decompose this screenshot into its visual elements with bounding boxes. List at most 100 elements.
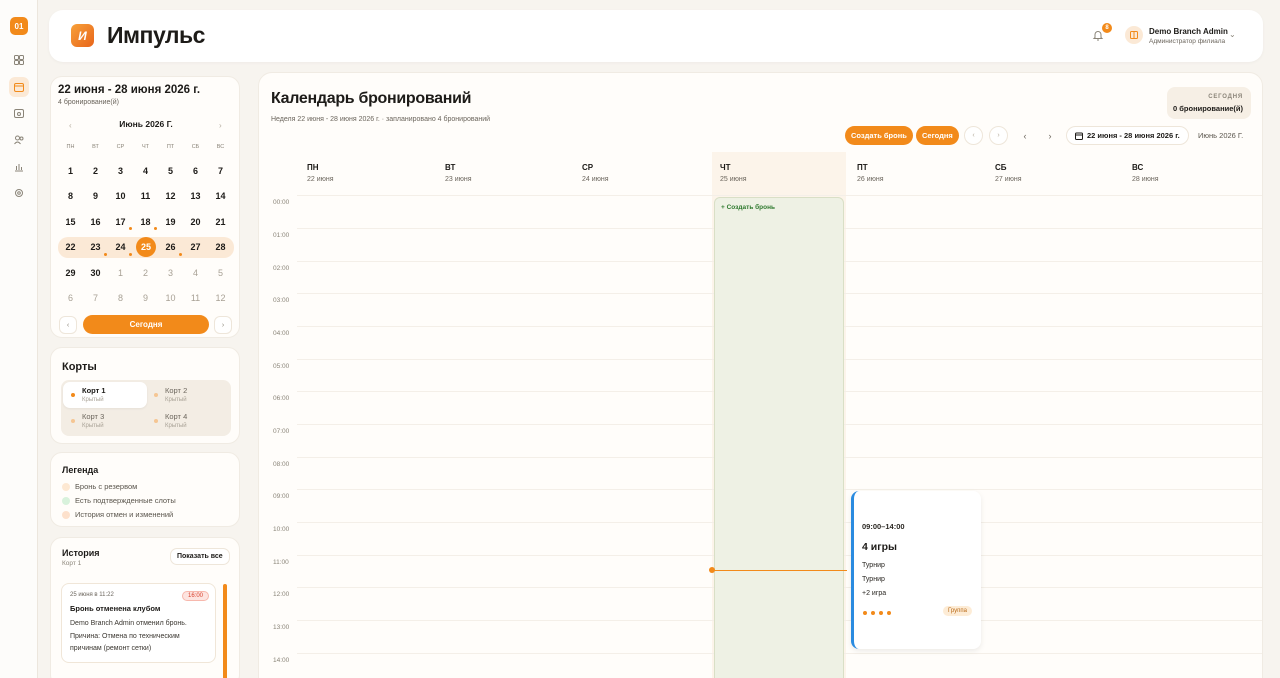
users-icon[interactable] (9, 130, 29, 150)
prev-period-button[interactable]: ‹ (964, 126, 983, 145)
calendar-day[interactable]: 12 (158, 186, 183, 206)
booking-dot (129, 227, 132, 230)
booking-event-card[interactable]: 09:00–14:00 4 игры Турнир Турнир +2 игра… (851, 491, 981, 649)
schedule-icon[interactable] (9, 103, 29, 123)
calendar-icon[interactable] (9, 77, 29, 97)
calendar-day[interactable]: 10 (108, 186, 133, 206)
calendar-day[interactable]: 5 (208, 263, 233, 283)
calendar-day[interactable]: 9 (133, 288, 158, 308)
calendar-day[interactable]: 28 (208, 237, 233, 257)
calendar-day[interactable]: 9 (83, 186, 108, 206)
history-entry-title: Бронь отменена клубом (70, 604, 161, 613)
mini-calendar: 22 июня - 28 июня 2026 г. 4 бронирование… (50, 76, 240, 338)
day-header: ПТ 26 июня (857, 163, 884, 183)
calendar-day[interactable]: 1 (108, 263, 133, 283)
calendar-day[interactable]: 6 (183, 161, 208, 181)
calendar-day[interactable]: 21 (208, 212, 233, 232)
hour-label: 14:00 (273, 657, 290, 664)
day-header: СБ 27 июня (995, 163, 1022, 183)
calendar-day[interactable]: 3 (108, 161, 133, 181)
app-logo-icon[interactable]: 01 (10, 17, 28, 35)
calendar-day[interactable]: 1 (58, 161, 83, 181)
calendar-day[interactable]: 20 (183, 212, 208, 232)
calendar-day[interactable]: 7 (208, 161, 233, 181)
calendar-day[interactable]: 19 (158, 212, 183, 232)
legend-item: История отмен и изменений (62, 510, 173, 519)
history-scrollbar[interactable] (223, 584, 227, 678)
calendar-day[interactable]: 3 (158, 263, 183, 283)
courts-grid: Корт 1 Крытый Корт 2 Крытый Корт 3 Крыты… (61, 380, 231, 436)
calendar-day[interactable]: 5 (158, 161, 183, 181)
calendar-day[interactable]: 8 (58, 186, 83, 206)
notification-badge: 8 (1102, 23, 1112, 33)
calendar-day[interactable]: 11 (183, 288, 208, 308)
calendar-day-today[interactable]: 25 (136, 237, 156, 257)
month-title: Июнь 2026 Г. (119, 119, 173, 129)
history-entry-date: 25 июня в 11:22 (70, 592, 114, 598)
calendar-day[interactable]: 4 (183, 263, 208, 283)
booking-count: 4 бронирование(й) (58, 99, 119, 106)
weekday-label: ВС (216, 144, 225, 150)
court-item[interactable]: Корт 4 Крытый (146, 408, 230, 434)
settings-icon[interactable] (9, 183, 29, 203)
calendar-day[interactable]: 27 (183, 237, 208, 257)
calendar-day[interactable]: 11 (133, 186, 158, 206)
court-name: Корт 1 (82, 386, 106, 395)
calendar-day[interactable]: 2 (133, 263, 158, 283)
create-booking-button[interactable]: Создать бронь (845, 126, 913, 145)
prev-week-arrow[interactable]: ‹ (1018, 126, 1032, 145)
calendar-day[interactable]: 16 (83, 212, 108, 232)
court-dot (71, 419, 75, 423)
next-week-button[interactable]: › (214, 316, 232, 334)
calendar-day[interactable]: 30 (83, 263, 108, 283)
date-range-picker[interactable]: 22 июня - 28 июня 2026 г. (1066, 126, 1189, 145)
day-name: ЧТ (720, 163, 731, 172)
day-name: СР (582, 163, 594, 172)
calendar-day[interactable]: 12 (208, 288, 233, 308)
hour-label: 00:00 (273, 199, 290, 206)
weekday-label: ПН (66, 144, 75, 150)
calendar-day[interactable]: 22 (58, 237, 83, 257)
calendar-day[interactable]: 6 (58, 288, 83, 308)
today-button[interactable]: Сегодня (916, 126, 959, 145)
chevron-down-icon[interactable]: ⌄ (1229, 30, 1236, 39)
user-name[interactable]: Demo Branch Admin (1149, 27, 1228, 36)
participant-dot (862, 610, 868, 616)
calendar-day[interactable]: 15 (58, 212, 83, 232)
next-week-arrow[interactable]: › (1043, 126, 1057, 145)
avatar[interactable] (1125, 26, 1143, 44)
reports-icon[interactable] (9, 157, 29, 177)
calendar-day[interactable]: 7 (83, 288, 108, 308)
calendar-day[interactable]: 8 (108, 288, 133, 308)
today-button[interactable]: Сегодня (83, 315, 209, 334)
calendar-day[interactable]: 4 (133, 161, 158, 181)
hour-label: 02:00 (273, 265, 290, 272)
calendar-day[interactable]: 10 (158, 288, 183, 308)
court-type: Крытый (82, 397, 104, 403)
available-slot[interactable]: + Создать бронь (714, 197, 844, 678)
calendar-day[interactable]: 2 (83, 161, 108, 181)
hour-label: 05:00 (273, 363, 290, 370)
court-item[interactable]: Корт 3 Крытый (63, 408, 147, 434)
calendar-day[interactable]: 29 (58, 263, 83, 283)
week-range-title: 22 июня - 28 июня 2026 г. (58, 84, 201, 96)
history-title: История (62, 548, 100, 558)
calendar-day[interactable]: 13 (183, 186, 208, 206)
month-label[interactable]: Июнь 2026 Г. (1198, 126, 1243, 145)
court-item[interactable]: Корт 1 Крытый (63, 382, 147, 408)
calendar-day[interactable]: 14 (208, 186, 233, 206)
dashboard-icon[interactable] (9, 50, 29, 70)
show-all-button[interactable]: Показать все (170, 548, 230, 565)
prev-week-button[interactable]: ‹ (59, 316, 77, 334)
current-time-line (711, 570, 847, 571)
event-item: +2 игра (862, 590, 887, 597)
court-item[interactable]: Корт 2 Крытый (146, 382, 230, 408)
history-entry-time-badge: 16:00 (182, 591, 210, 601)
weekday-label: ПТ (166, 144, 175, 150)
next-month-button[interactable]: › (219, 121, 222, 130)
next-period-button[interactable]: › (989, 126, 1008, 145)
booking-dot (179, 253, 182, 256)
create-booking-slot-link[interactable]: + Создать бронь (721, 204, 775, 211)
court-dot (154, 419, 158, 423)
history-entry[interactable]: 25 июня в 11:22 16:00 Бронь отменена клу… (61, 583, 216, 663)
